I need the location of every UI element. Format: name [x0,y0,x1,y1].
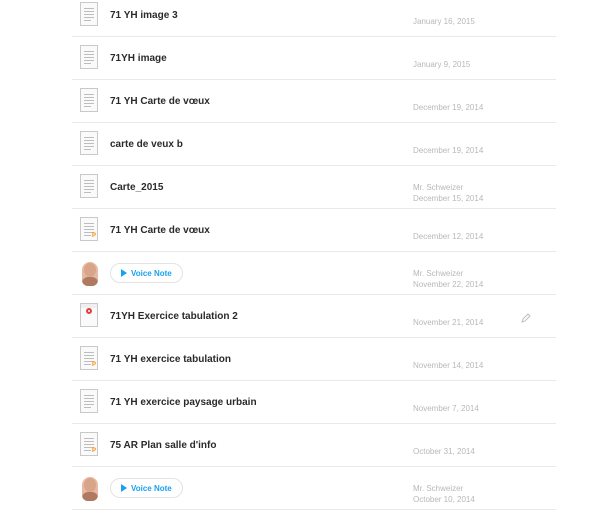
document-row[interactable]: 71 YH image 3 January 16, 2015 [72,0,556,37]
document-title[interactable]: carte de veux b [110,139,183,150]
item-date: December 19, 2014 [413,103,484,112]
document-row[interactable]: Carte_2015 Mr. Schweizer December 15, 2014 [72,166,556,209]
document-row[interactable]: 71 YH exercice paysage urbain November 7,… [72,381,556,424]
voice-note-label: Voice Note [131,483,172,493]
item-date: November 21, 2014 [413,318,484,327]
item-meta: December 19, 2014 [413,145,483,156]
avatar [82,477,98,501]
voice-note-button[interactable]: Voice Note [110,263,183,283]
pages-document-icon[interactable]: P [80,217,98,241]
document-row[interactable]: P 71 YH Carte de vœux December 12, 2014 [72,209,556,252]
document-title[interactable]: Carte_2015 [110,182,163,193]
document-thumbnail-icon[interactable] [80,88,98,112]
document-thumbnail-icon[interactable] [80,174,98,198]
pages-document-icon[interactable]: P [80,346,98,370]
item-date: October 31, 2014 [413,447,475,456]
document-title[interactable]: 71YH Exercice tabulation 2 [110,311,238,322]
item-date: December 19, 2014 [413,146,484,155]
item-author: Mr. Schweizer [413,484,464,493]
document-row[interactable]: P 71 YH exercice tabulation November 14, 2… [72,338,556,381]
voice-note-row[interactable]: Voice Note Mr. Schweizer November 22, 2014 [72,252,556,295]
document-row[interactable]: 71YH Exercice tabulation 2 November 21, 2… [72,295,556,338]
item-meta: Mr. Schweizer October 10, 2014 [413,483,475,505]
item-meta: December 19, 2014 [413,102,483,113]
item-date: October 10, 2014 [413,495,475,504]
play-icon [121,269,127,277]
voice-note-label: Voice Note [131,268,172,278]
document-title[interactable]: 71 YH Carte de vœux [110,96,210,107]
item-meta: October 31, 2014 [413,446,475,457]
document-row[interactable]: P 75 AR Plan salle d'info October 31, 2014 [72,424,556,467]
item-meta: January 9, 2015 [413,59,470,70]
item-date: November 22, 2014 [413,280,484,289]
document-title[interactable]: 71 YH exercice paysage urbain [110,397,257,408]
item-author: Mr. Schweizer [413,269,464,278]
item-date: December 12, 2014 [413,232,484,241]
play-icon [121,484,127,492]
voice-note-row[interactable]: Voice Note Mr. Schweizer October 10, 2014 [72,467,556,510]
document-title[interactable]: 71YH image [110,53,167,64]
item-date: January 16, 2015 [413,17,475,26]
item-date: November 14, 2014 [413,361,484,370]
item-date: November 7, 2014 [413,404,479,413]
item-meta: November 7, 2014 [413,403,479,414]
document-row[interactable]: 71YH image January 9, 2015 [72,37,556,80]
item-meta: December 12, 2014 [413,231,483,242]
item-meta: Mr. Schweizer December 15, 2014 [413,182,483,204]
item-author: Mr. Schweizer [413,183,464,192]
drawing-thumbnail-icon[interactable] [80,303,98,327]
item-meta: November 14, 2014 [413,360,483,371]
pages-document-icon[interactable]: P [80,432,98,456]
voice-note-button[interactable]: Voice Note [110,478,183,498]
avatar [82,262,98,286]
document-thumbnail-icon[interactable] [80,389,98,413]
item-meta: Mr. Schweizer November 22, 2014 [413,268,483,290]
document-thumbnail-icon[interactable] [80,131,98,155]
item-meta: November 21, 2014 [413,317,483,328]
document-row[interactable]: carte de veux b December 19, 2014 [72,123,556,166]
document-row[interactable]: 71 YH Carte de vœux December 19, 2014 [72,80,556,123]
item-date: January 9, 2015 [413,60,471,69]
document-title[interactable]: 75 AR Plan salle d'info [110,440,216,451]
item-meta: January 16, 2015 [413,16,475,27]
activity-list: 71 YH image 3 January 16, 2015 71YH image J… [72,0,556,510]
item-date: December 15, 2014 [413,194,484,203]
document-title[interactable]: 71 YH image 3 [110,10,178,21]
document-title[interactable]: 71 YH Carte de vœux [110,225,210,236]
document-title[interactable]: 71 YH exercice tabulation [110,354,231,365]
document-thumbnail-icon[interactable] [80,2,98,26]
pencil-icon[interactable] [520,311,532,323]
document-thumbnail-icon[interactable] [80,45,98,69]
